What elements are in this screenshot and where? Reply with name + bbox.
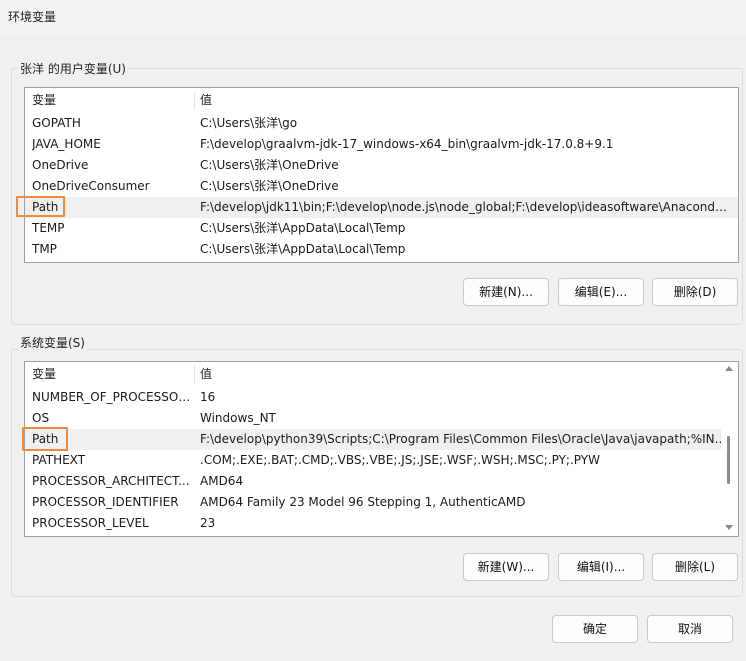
system-list-header: 变量 值	[25, 363, 721, 385]
variable-value: F:\develop\python39\Scripts;C:\Program F…	[200, 432, 727, 446]
system-edit-button[interactable]: 编辑(I)...	[558, 553, 644, 581]
variable-value: 16	[200, 390, 216, 404]
user-row-tmp[interactable]: TMP C:\Users\张洋\AppData\Local\Temp	[25, 239, 738, 260]
system-row-number-of-processors[interactable]: NUMBER_OF_PROCESSORS 16	[25, 387, 721, 408]
variable-name: PROCESSOR_ARCHITECT...	[32, 474, 190, 488]
user-row-onedrive[interactable]: OneDrive C:\Users\张洋\OneDrive	[25, 155, 738, 176]
user-row-path[interactable]: Path F:\develop\jdk11\bin;F:\develop\nod…	[25, 197, 738, 218]
system-variables-group-label: 系统变量(S)	[18, 334, 87, 351]
variable-name: OS	[32, 411, 50, 425]
user-header-variable[interactable]: 变量	[32, 89, 194, 111]
variable-value: C:\Users\张洋\AppData\Local\Temp	[200, 221, 406, 235]
system-variables-list[interactable]: 变量 值 NUMBER_OF_PROCESSORS 16 OS Windows_…	[24, 361, 739, 537]
scroll-up-arrow-icon[interactable]	[725, 366, 733, 371]
title-bar: 环境变量	[0, 0, 746, 34]
user-row-gopath[interactable]: GOPATH C:\Users\张洋\go	[25, 113, 738, 134]
system-row-processor-architecture[interactable]: PROCESSOR_ARCHITECT... AMD64	[25, 471, 721, 492]
variable-name: OneDriveConsumer	[32, 179, 150, 193]
system-delete-button[interactable]: 删除(L)	[652, 553, 738, 581]
variable-value: Windows_NT	[200, 411, 276, 425]
system-row-processor-identifier[interactable]: PROCESSOR_IDENTIFIER AMD64 Family 23 Mod…	[25, 492, 721, 513]
window-title: 环境变量	[8, 10, 57, 24]
user-header-value[interactable]: 值	[200, 89, 730, 111]
user-row-java-home[interactable]: JAVA_HOME F:\develop\graalvm-jdk-17_wind…	[25, 134, 738, 155]
user-path-highlight	[16, 196, 65, 217]
variable-value: AMD64 Family 23 Model 96 Stepping 1, Aut…	[200, 495, 526, 509]
variable-value: C:\Users\张洋\AppData\Local\Temp	[200, 242, 406, 256]
variable-name: PROCESSOR_IDENTIFIER	[32, 495, 179, 509]
variable-name: PATHEXT	[32, 453, 86, 467]
system-row-pathext[interactable]: PATHEXT .COM;.EXE;.BAT;.CMD;.VBS;.VBE;.J…	[25, 450, 721, 471]
user-header-separator[interactable]	[194, 92, 195, 110]
variable-name: PROCESSOR_LEVEL	[32, 516, 149, 530]
user-new-button[interactable]: 新建(N)...	[463, 278, 549, 306]
user-variables-list[interactable]: 变量 值 GOPATH C:\Users\张洋\go JAVA_HOME F:\…	[24, 87, 739, 263]
variable-value: 23	[200, 516, 216, 530]
system-row-path[interactable]: Path F:\develop\python39\Scripts;C:\Prog…	[25, 429, 726, 450]
variable-name: GOPATH	[32, 116, 81, 130]
variable-value: C:\Users\张洋\go	[200, 116, 298, 130]
system-new-button[interactable]: 新建(W)...	[463, 553, 549, 581]
system-row-processor-level[interactable]: PROCESSOR_LEVEL 23	[25, 513, 721, 534]
variable-value: C:\Users\张洋\OneDrive	[200, 179, 339, 193]
system-header-value[interactable]: 值	[200, 363, 730, 385]
variable-value: C:\Users\张洋\OneDrive	[200, 158, 339, 172]
user-delete-button[interactable]: 删除(D)	[652, 278, 738, 306]
variable-name: JAVA_HOME	[32, 137, 101, 151]
variable-value: .COM;.EXE;.BAT;.CMD;.VBS;.VBE;.JS;.JSE;.…	[200, 453, 600, 467]
cancel-button[interactable]: 取消	[647, 615, 733, 643]
system-header-variable[interactable]: 变量	[32, 363, 194, 385]
system-list-scrollbar[interactable]	[721, 362, 737, 536]
user-row-onedriveconsumer[interactable]: OneDriveConsumer C:\Users\张洋\OneDrive	[25, 176, 738, 197]
variable-name: NUMBER_OF_PROCESSORS	[32, 390, 194, 404]
user-row-temp[interactable]: TEMP C:\Users\张洋\AppData\Local\Temp	[25, 218, 738, 239]
system-path-highlight	[22, 427, 68, 451]
variable-value: AMD64	[200, 474, 244, 488]
scroll-thumb[interactable]	[727, 436, 730, 484]
variable-name: TMP	[32, 242, 57, 256]
variable-value: F:\develop\jdk11\bin;F:\develop\node.js\…	[200, 200, 730, 214]
user-edit-button[interactable]: 编辑(E)...	[558, 278, 644, 306]
scroll-down-arrow-icon[interactable]	[725, 525, 733, 530]
system-header-separator[interactable]	[194, 366, 195, 384]
variable-name: OneDrive	[32, 158, 89, 172]
user-variables-group-label: 张洋 的用户变量(U)	[18, 60, 128, 77]
user-list-header: 变量 值	[25, 89, 738, 111]
variable-value: F:\develop\graalvm-jdk-17_windows-x64_bi…	[200, 137, 614, 151]
variable-name: TEMP	[32, 221, 65, 235]
ok-button[interactable]: 确定	[552, 615, 638, 643]
system-row-os[interactable]: OS Windows_NT	[25, 408, 721, 429]
